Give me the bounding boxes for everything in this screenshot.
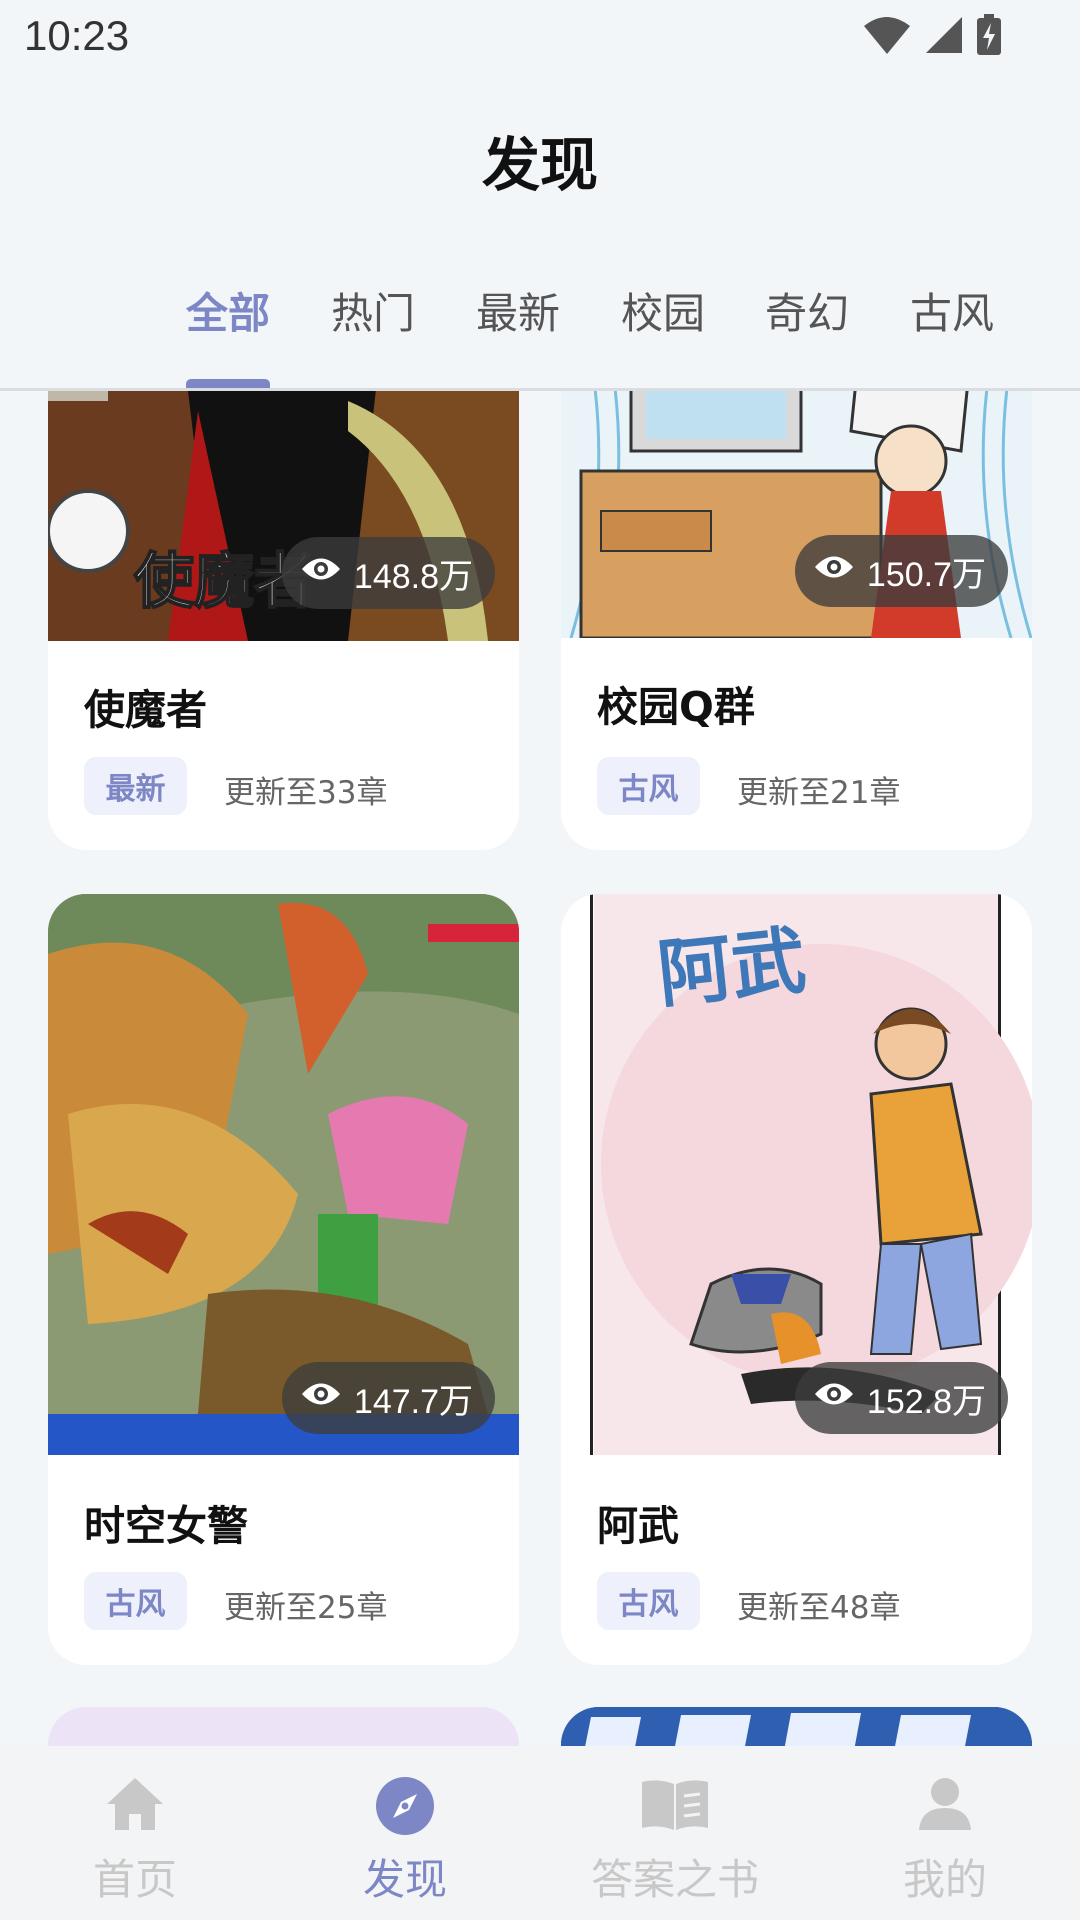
comic-card[interactable]: 阿武 152.8万 阿武 古风 更新至48章 [561,894,1032,1665]
views-count: 148.8万 [353,557,473,596]
status-bar: 10:23 [0,0,1080,76]
eye-icon [300,1379,342,1418]
nav-label: 我的 [902,1855,987,1904]
nav-label: 发现 [362,1855,447,1904]
person-icon [810,1776,1080,1840]
genre-tag: 古风 [597,757,700,815]
status-time: 10:23 [24,12,130,59]
eye-icon [813,552,855,591]
comic-title: 校园Q群 [597,683,755,731]
tab-latest[interactable]: 最新 [476,280,560,341]
comic-card[interactable]: 使魔者 148.8万 使魔者 最新 更新至33章 [48,391,519,850]
comic-card[interactable]: 150.7万 校园Q群 古风 更新至21章 [561,391,1032,850]
page-title: 发现 [481,131,598,199]
eye-icon [300,554,342,593]
comic-title: 使魔者 [84,686,207,734]
tab-campus[interactable]: 校园 [621,280,705,341]
update-status: 更新至25章 [224,1590,388,1626]
comic-grid[interactable]: 使魔者 148.8万 使魔者 最新 更新至33章 150.7万 校园Q群 古风 … [0,391,1080,1746]
nav-profile[interactable]: 我的 [810,1746,1080,1920]
category-tabs: 全部 热门 最新 校园 奇幻 古风 [0,268,1080,388]
views-count: 147.7万 [353,1382,473,1421]
nav-discover[interactable]: 发现 [270,1746,540,1920]
views-badge: 152.8万 [794,1362,1008,1434]
views-badge: 148.8万 [281,537,495,609]
cover-title-text: 阿武 [653,917,810,1019]
status-icons [862,14,1002,60]
tab-hot[interactable]: 热门 [331,280,415,341]
nav-label: 答案之书 [590,1855,759,1904]
comic-card[interactable] [561,1707,1032,1746]
nav-answer-book[interactable]: 答案之书 [540,1746,810,1920]
discover-screen: 10:23 发现 全部 热门 最新 校园 奇幻 古风 使魔者 148.8万 使魔… [0,0,1080,1920]
book-icon [540,1776,810,1840]
nav-home[interactable]: 首页 [0,1746,270,1920]
active-tab-indicator [186,379,270,388]
update-status: 更新至21章 [737,775,901,811]
views-count: 152.8万 [866,1382,986,1421]
wifi-icon [862,14,912,60]
tab-all[interactable]: 全部 [186,280,270,341]
views-badge: 147.7万 [281,1362,495,1434]
tab-ancient-style[interactable]: 古风 [910,280,994,341]
compass-icon [270,1776,540,1840]
comic-card[interactable] [48,1707,519,1746]
battery-icon [976,14,1002,60]
genre-tag: 古风 [597,1572,700,1630]
tab-fantasy[interactable]: 奇幻 [765,280,849,341]
update-status: 更新至48章 [737,1590,901,1626]
home-icon [0,1776,270,1840]
bottom-navigation: 首页 发现 答案之书 我的 [0,1746,1080,1920]
genre-tag: 最新 [84,757,187,815]
views-badge: 150.7万 [794,535,1008,607]
cellular-signal-icon [924,15,964,59]
comic-card[interactable]: 147.7万 时空女警 古风 更新至25章 [48,894,519,1665]
genre-tag: 古风 [84,1572,187,1630]
comic-cover[interactable] [561,1707,1032,1746]
eye-icon [813,1379,855,1418]
update-status: 更新至33章 [224,775,388,811]
comic-title: 阿武 [597,1502,679,1550]
nav-label: 首页 [92,1855,177,1904]
comic-title: 时空女警 [84,1502,248,1550]
views-count: 150.7万 [866,555,986,594]
